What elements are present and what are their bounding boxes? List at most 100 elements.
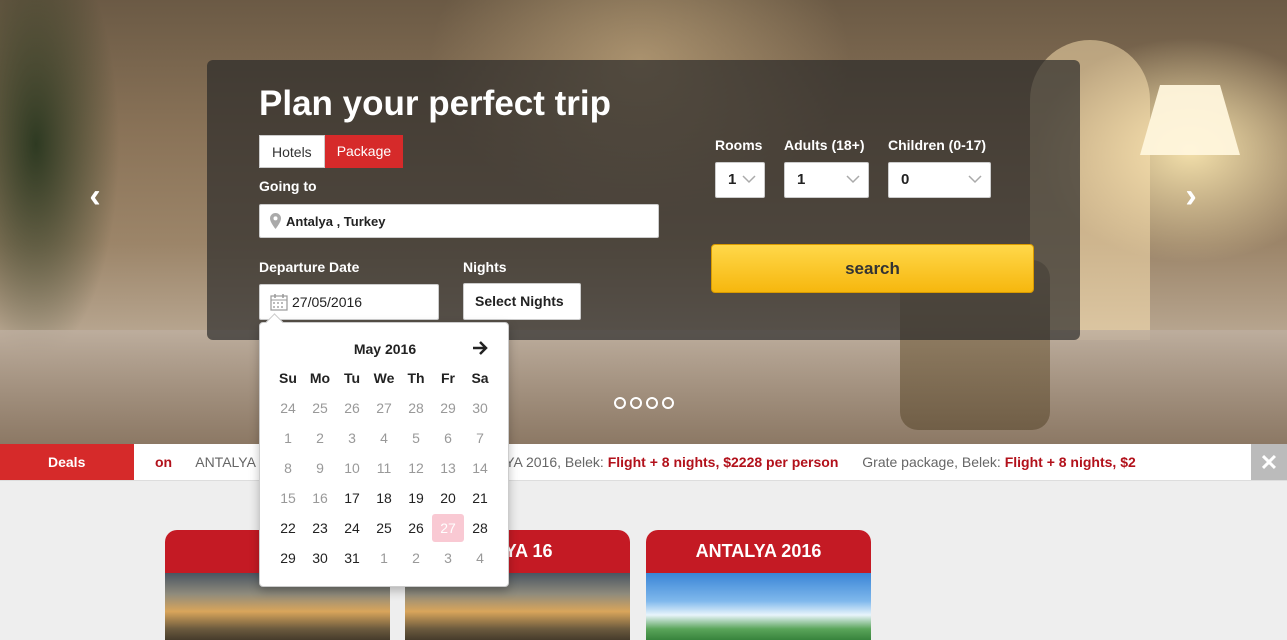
weekday-header: Su [279, 370, 297, 386]
slider-prev-icon[interactable]: ‹ [80, 176, 110, 216]
datepicker-day: 27 [376, 400, 392, 416]
datepicker-day[interactable]: 22 [272, 513, 304, 543]
datepicker-day[interactable]: 30 [304, 543, 336, 573]
destination-value: Antalya , Turkey [286, 213, 386, 229]
datepicker-day: 26 [344, 400, 360, 416]
weekday-header: Fr [441, 370, 455, 386]
datepicker-day: 2 [316, 430, 324, 446]
arrow-right-icon[interactable] [470, 338, 490, 358]
departure-date-label: Departure Date [259, 259, 360, 275]
card-image [646, 573, 871, 640]
datepicker-day: 12 [408, 460, 424, 476]
datepicker-popup: May 2016 Su Mo Tu We Th Fr Sa 24 25 26 27 28 29 30 1 2 3… [259, 322, 509, 587]
datepicker-day: 7 [476, 430, 484, 446]
datepicker-day: 3 [444, 550, 452, 566]
hero-floor-decoration [0, 330, 1287, 444]
deal-offer: on [155, 454, 173, 470]
deal-item[interactable]: ANTALYA 2016, Belek: Flight + 8 nights, … [462, 454, 838, 470]
tab-package[interactable]: Package [324, 135, 404, 168]
adults-value: 1 [797, 171, 806, 188]
datepicker-day: 10 [344, 460, 360, 476]
destination-input[interactable]: Antalya , Turkey [259, 204, 659, 238]
deal-item[interactable]: Grate package, Belek: Flight + 8 nights,… [862, 454, 1136, 470]
datepicker-day[interactable]: 26 [400, 513, 432, 543]
departure-date-input[interactable]: 27/05/2016 [259, 284, 439, 320]
datepicker-day: 6 [444, 430, 452, 446]
deal-item[interactable]: on [155, 454, 172, 470]
hero-lamp-decoration [1140, 85, 1240, 155]
weekday-header: Tu [343, 370, 361, 386]
card-title: ANTALYA 2016 [646, 530, 871, 573]
datepicker-day[interactable]: 28 [464, 513, 496, 543]
deals-label: Deals [0, 444, 134, 480]
datepicker-day[interactable]: 19 [400, 483, 432, 513]
deal-place: ANTALYA 1 [195, 454, 267, 470]
weekday-header: Mo [309, 370, 331, 386]
weekday-header: Sa [471, 370, 489, 386]
datepicker-day: 11 [376, 460, 392, 476]
children-value: 0 [901, 171, 910, 188]
slider-dot[interactable] [630, 397, 642, 409]
slider-dot[interactable] [662, 397, 674, 409]
datepicker-day: 1 [284, 430, 292, 446]
search-type-tabs: Hotels Package [259, 135, 404, 168]
datepicker-day[interactable]: 20 [432, 483, 464, 513]
tab-hotels[interactable]: Hotels [259, 135, 325, 168]
datepicker-day[interactable]: 31 [336, 543, 368, 573]
calendar-icon [270, 294, 288, 311]
location-pin-icon [270, 213, 281, 229]
deal-item[interactable]: ANTALYA 1 [195, 454, 267, 470]
chevron-down-icon [742, 175, 756, 184]
weekday-header: We [373, 370, 395, 386]
search-button[interactable]: search [711, 244, 1034, 293]
datepicker-day[interactable]: 29 [272, 543, 304, 573]
datepicker-day: 5 [412, 430, 420, 446]
datepicker-day[interactable]: 23 [304, 513, 336, 543]
nights-label: Nights [463, 259, 507, 275]
datepicker-grid: Su Mo Tu We Th Fr Sa 24 25 26 27 28 29 30 1 2 3 4 5 6 7 8 9 10 1… [272, 363, 496, 573]
rooms-label: Rooms [715, 137, 763, 153]
datepicker-day: 8 [284, 460, 292, 476]
package-card[interactable]: ANTALYA 2016 [646, 530, 871, 640]
datepicker-day: 2 [412, 550, 420, 566]
datepicker-day: 13 [440, 460, 456, 476]
slider-dot[interactable] [614, 397, 626, 409]
datepicker-day: 9 [316, 460, 324, 476]
datepicker-day: 4 [380, 430, 388, 446]
deal-offer: Flight + 8 nights, $2 [1004, 454, 1136, 470]
weekday-header: Th [407, 370, 425, 386]
datepicker-day: 25 [312, 400, 328, 416]
datepicker-day[interactable]: 18 [368, 483, 400, 513]
nights-select[interactable]: Select Nights [463, 283, 581, 320]
datepicker-day[interactable]: 24 [336, 513, 368, 543]
slider-next-icon[interactable]: › [1176, 176, 1206, 216]
datepicker-day: 1 [380, 550, 388, 566]
datepicker-day: 4 [476, 550, 484, 566]
datepicker-day: 28 [408, 400, 424, 416]
rooms-select[interactable]: 1 [715, 162, 765, 198]
slider-dot[interactable] [646, 397, 658, 409]
datepicker-day[interactable]: 21 [464, 483, 496, 513]
deals-ticker-bar: Deals on ANTALYA 1 rson ANTALYA 2016, Be… [0, 444, 1287, 481]
datepicker-day: 14 [472, 460, 488, 476]
datepicker-day[interactable]: 17 [336, 483, 368, 513]
adults-select[interactable]: 1 [784, 162, 869, 198]
datepicker-day-selected[interactable]: 27 [432, 514, 464, 542]
chevron-down-icon [846, 175, 860, 184]
deal-place: Grate package, Belek: [862, 454, 1005, 470]
adults-label: Adults (18+) [784, 137, 865, 153]
page-title: Plan your perfect trip [259, 84, 612, 123]
close-icon[interactable]: ✕ [1251, 444, 1287, 480]
datepicker-day: 3 [348, 430, 356, 446]
going-to-label: Going to [259, 178, 317, 194]
datepicker-day: 24 [280, 400, 296, 416]
deal-offer: Flight + 8 nights, $2228 per person [607, 454, 839, 470]
children-select[interactable]: 0 [888, 162, 991, 198]
rooms-value: 1 [728, 171, 737, 188]
chevron-down-icon [968, 175, 982, 184]
datepicker-day: 16 [312, 490, 328, 506]
datepicker-day: 15 [280, 490, 296, 506]
datepicker-day[interactable]: 25 [368, 513, 400, 543]
datepicker-day: 30 [472, 400, 488, 416]
children-label: Children (0-17) [888, 137, 987, 153]
